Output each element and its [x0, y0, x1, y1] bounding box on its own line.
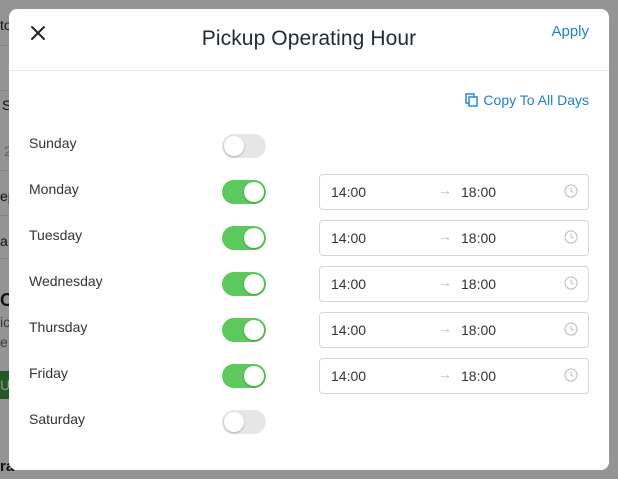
copy-icon — [465, 93, 479, 107]
time-range-friday[interactable]: 14:00 → 18:00 — [319, 358, 589, 394]
modal-header: Pickup Operating Hour Apply — [9, 9, 609, 71]
toggle-knob — [244, 320, 264, 340]
end-time: 18:00 — [461, 184, 497, 200]
day-label: Wednesday — [29, 273, 103, 289]
toggle-tuesday[interactable] — [222, 226, 266, 250]
day-label: Tuesday — [29, 227, 83, 243]
end-time: 18:00 — [461, 230, 497, 246]
start-time: 14:00 — [331, 230, 367, 246]
toggle-friday[interactable] — [222, 364, 266, 388]
day-label: Thursday — [29, 319, 88, 335]
modal-title: Pickup Operating Hour — [201, 27, 417, 50]
toggle-knob — [224, 136, 244, 156]
toggle-wednesday[interactable] — [222, 272, 266, 296]
end-time: 18:00 — [461, 322, 497, 338]
day-label: Friday — [29, 365, 68, 381]
arrow-right-icon: → — [438, 366, 452, 382]
toggle-monday[interactable] — [222, 180, 266, 204]
start-time: 14:00 — [331, 368, 367, 384]
apply-button[interactable]: Apply — [551, 23, 589, 40]
day-label: Sunday — [29, 135, 77, 151]
toggle-knob — [244, 274, 264, 294]
clock-icon — [564, 230, 578, 244]
time-range-thursday[interactable]: 14:00 → 18:00 — [319, 312, 589, 348]
end-time: 18:00 — [461, 368, 497, 384]
end-time: 18:00 — [461, 276, 497, 292]
copy-to-all-days-button[interactable]: Copy To All Days — [465, 92, 589, 108]
clock-icon — [564, 368, 578, 382]
clock-icon — [564, 184, 578, 198]
clock-icon — [564, 322, 578, 336]
arrow-right-icon: → — [438, 274, 452, 290]
toggle-knob — [224, 412, 244, 432]
toggle-knob — [244, 182, 264, 202]
toggle-knob — [244, 366, 264, 386]
pickup-hours-modal: Pickup Operating Hour Apply Copy To All … — [9, 9, 609, 470]
time-range-monday[interactable]: 14:00 → 18:00 — [319, 174, 589, 210]
start-time: 14:00 — [331, 184, 367, 200]
start-time: 14:00 — [331, 276, 367, 292]
toggle-thursday[interactable] — [222, 318, 266, 342]
arrow-right-icon: → — [438, 320, 452, 336]
toggle-saturday[interactable] — [222, 410, 266, 434]
arrow-right-icon: → — [438, 228, 452, 244]
time-range-wednesday[interactable]: 14:00 → 18:00 — [319, 266, 589, 302]
start-time: 14:00 — [331, 322, 367, 338]
toggle-knob — [244, 228, 264, 248]
clock-icon — [564, 276, 578, 290]
arrow-right-icon: → — [438, 182, 452, 198]
day-label: Monday — [29, 181, 79, 197]
time-range-tuesday[interactable]: 14:00 → 18:00 — [319, 220, 589, 256]
toggle-sunday[interactable] — [222, 134, 266, 158]
day-label: Saturday — [29, 411, 86, 427]
copy-label: Copy To All Days — [483, 92, 589, 108]
